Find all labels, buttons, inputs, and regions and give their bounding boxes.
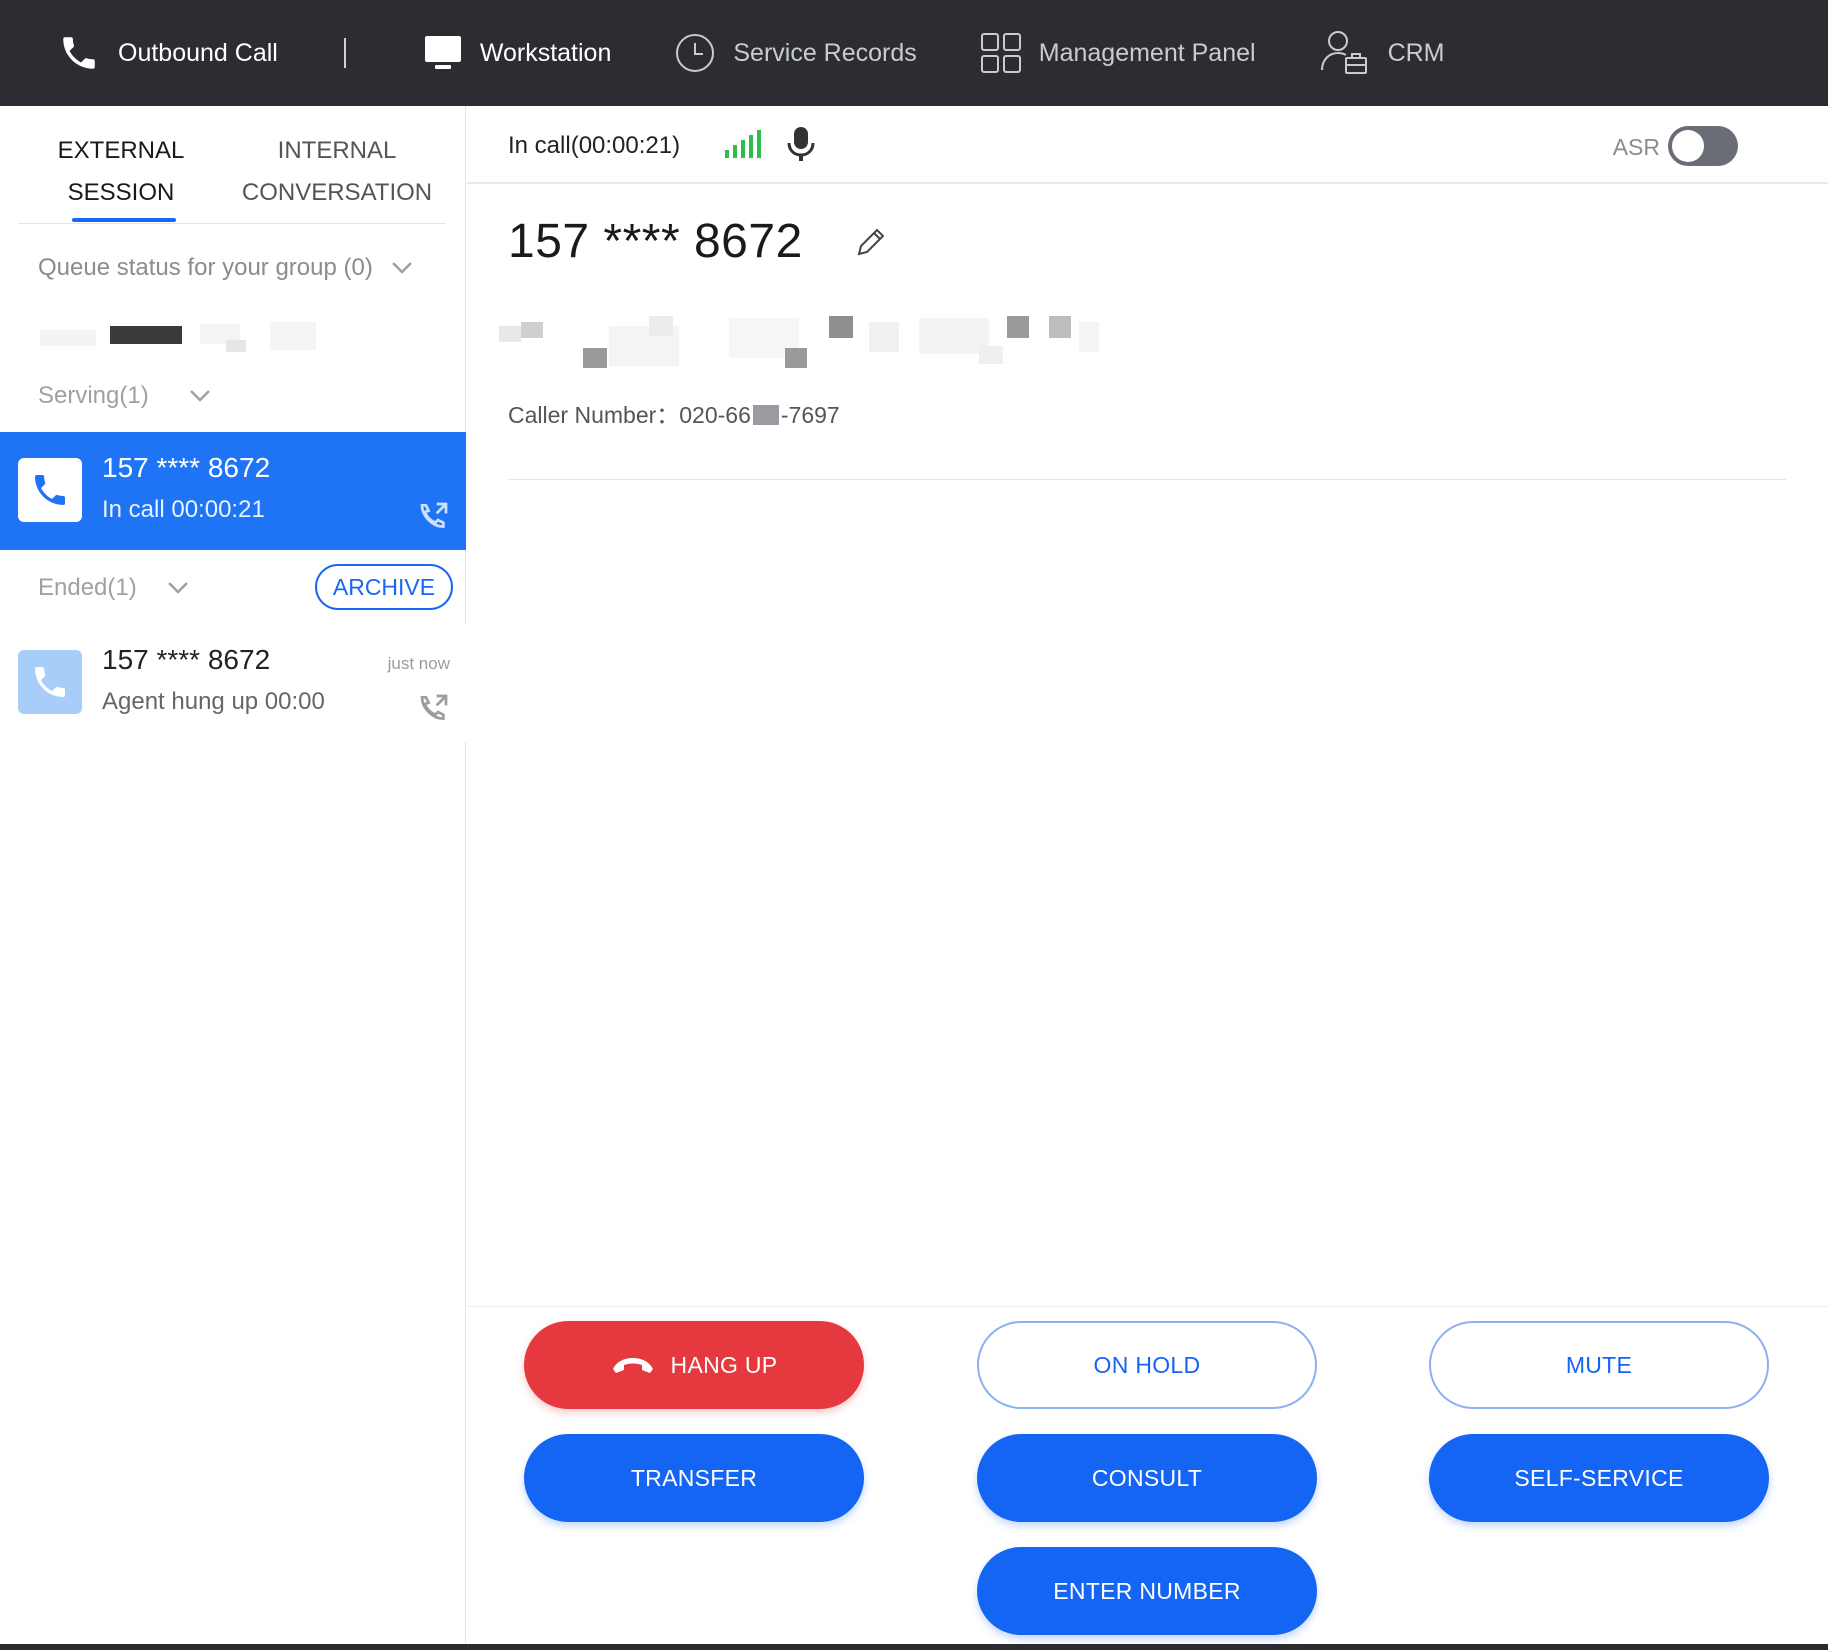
redacted-queue-info [40,304,320,352]
call-detail-panel: In call(00:00:21) ASR 157 **** 8672 Call… [467,106,1828,1650]
nav-service-records[interactable]: Service Records [675,0,917,106]
nav-outbound-call-label: Outbound Call [118,38,278,67]
session-tabs: EXTERNAL SESSION INTERNAL CONVERSATION [18,106,446,224]
outgoing-call-icon [416,498,452,534]
ended-call-status: Agent hung up 00:00 [102,688,325,715]
serving-label: Serving(1) [38,382,149,409]
active-call-card[interactable]: 157 **** 8672 In call 00:00:21 [0,432,466,550]
signal-strength-icon [725,130,761,163]
button-area-divider [467,1306,1828,1307]
tab-external-session[interactable]: EXTERNAL SESSION [42,130,200,214]
tab-internal-line1: INTERNAL [277,137,397,164]
pencil-icon[interactable] [855,226,887,263]
tab-internal-conversation[interactable]: INTERNAL CONVERSATION [232,130,442,214]
nav-crm[interactable]: CRM [1320,0,1445,106]
mute-button[interactable]: MUTE [1429,1321,1769,1409]
chevron-down-icon [391,254,413,282]
asr-label: ASR [1612,134,1660,160]
top-nav-bar: Outbound Call Workstation Service Record… [0,0,1828,106]
chevron-down-icon [167,574,189,602]
queue-status-toggle[interactable]: Queue status for your group (0) [38,254,413,282]
outgoing-call-icon [416,690,452,726]
caller-number-prefix: 020-66 [679,402,751,428]
caller-number-suffix: -7697 [780,402,840,428]
session-panel: EXTERNAL SESSION INTERNAL CONVERSATION Q… [0,106,466,1650]
window-bottom-edge [0,1644,1828,1650]
ended-section-toggle[interactable]: Ended(1) [38,574,189,602]
tab-external-line2: SESSION [67,179,175,206]
caller-number: Caller Number：020-66 -7697 [508,396,840,430]
clock-icon [675,33,715,73]
nav-service-records-label: Service Records [733,38,917,67]
transfer-button[interactable]: TRANSFER [524,1434,864,1522]
phone-icon [58,32,100,74]
phone-icon [18,458,82,522]
on-hold-button[interactable]: ON HOLD [977,1321,1317,1409]
ended-call-time: just now [387,654,450,673]
toggle-knob [1672,130,1704,162]
content-divider [508,479,1786,480]
active-call-status: In call 00:00:21 [102,496,265,523]
grid-icon [980,33,1021,73]
enter-number-button[interactable]: ENTER NUMBER [977,1547,1317,1635]
archive-button[interactable]: ARCHIVE [315,564,453,610]
call-status-text: In call(00:00:21) [508,132,681,159]
tab-internal-line2: CONVERSATION [241,179,433,206]
caller-display-number: 157 **** 8672 [508,215,803,268]
ended-label: Ended(1) [38,574,137,601]
nav-outbound-call[interactable]: Outbound Call [58,0,278,106]
phone-icon [18,650,82,714]
user-briefcase-icon [1320,28,1370,78]
queue-status-label: Queue status for your group (0) [38,254,373,281]
redaction-mask [752,405,779,425]
nav-crm-label: CRM [1387,38,1445,67]
monitor-icon [424,35,462,71]
active-tab-indicator [72,218,176,222]
hang-up-label: HANG UP [670,1351,778,1378]
tab-external-line1: EXTERNAL [57,137,185,164]
caller-number-label: Caller Number： [508,402,680,428]
nav-management-panel[interactable]: Management Panel [980,0,1256,106]
serving-section-toggle[interactable]: Serving(1) [38,382,211,410]
self-service-button[interactable]: SELF-SERVICE [1429,1434,1769,1522]
chevron-down-icon [189,382,211,410]
nav-workstation-label: Workstation [479,38,612,67]
hang-up-button[interactable]: HANG UP [524,1321,864,1409]
ended-call-number: 157 **** 8672 [102,644,271,675]
nav-separator [343,38,346,68]
ended-call-card[interactable]: 157 **** 8672 Agent hung up 00:00 just n… [0,624,466,742]
active-call-number: 157 **** 8672 [102,452,271,483]
call-status-bar: In call(00:00:21) ASR [467,106,1828,184]
consult-button[interactable]: CONSULT [977,1434,1317,1522]
hang-up-icon [611,1355,655,1375]
nav-workstation[interactable]: Workstation [424,0,612,106]
redacted-caller-info [499,306,1199,368]
asr-toggle[interactable] [1668,126,1738,166]
microphone-icon[interactable] [785,126,817,167]
nav-management-panel-label: Management Panel [1038,38,1256,67]
